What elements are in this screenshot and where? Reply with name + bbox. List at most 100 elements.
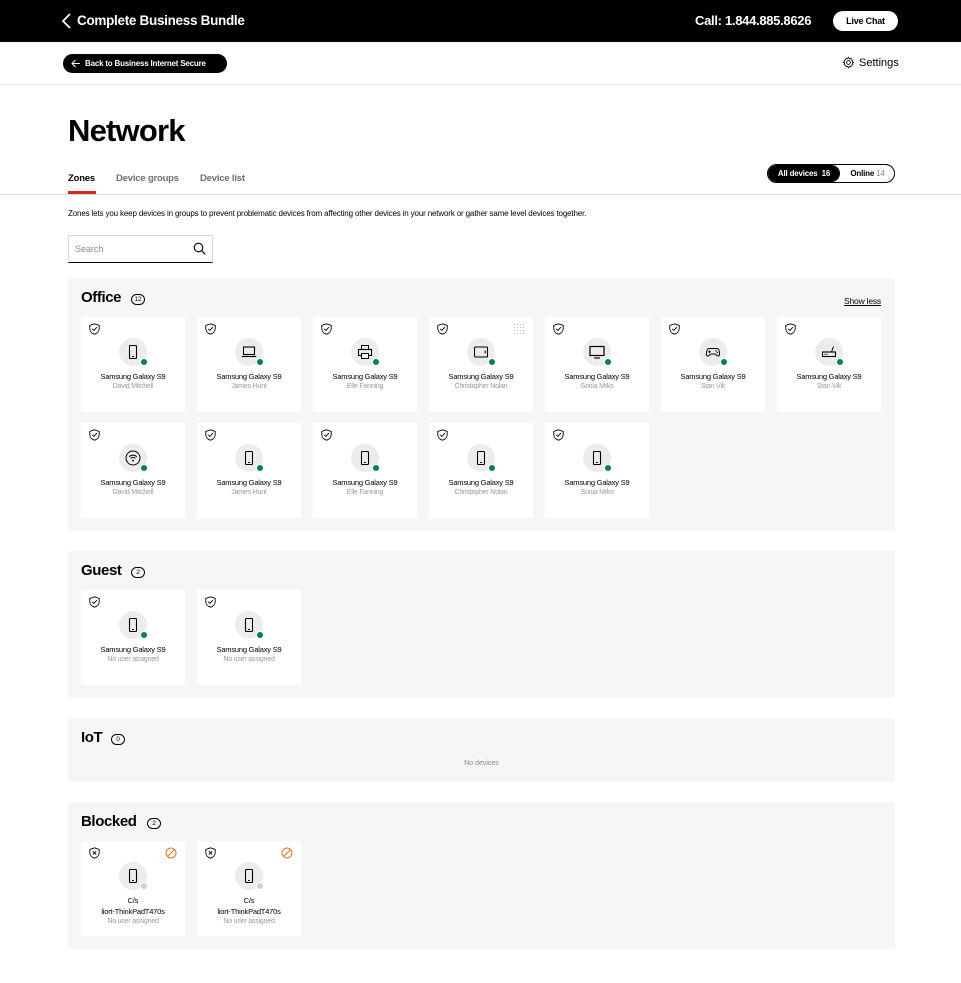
status-dot <box>256 358 264 366</box>
page-title: Network <box>68 113 186 148</box>
router-icon <box>821 346 837 358</box>
shield-check-icon[interactable] <box>205 323 216 335</box>
status-dot <box>488 464 496 472</box>
device-host: liort-ThinkPadT470s <box>101 907 165 916</box>
device-name: Samsung Galaxy S9 <box>564 478 630 487</box>
shield-check-icon[interactable] <box>553 323 564 335</box>
shield-check-icon[interactable] <box>89 323 100 335</box>
back-button-label: Back to Business Internet Secure <box>85 59 206 68</box>
blocked-icon[interactable] <box>281 847 293 859</box>
phone-icon <box>360 450 370 466</box>
gamepad-icon <box>705 348 721 357</box>
device-card[interactable]: Samsung Galaxy S9 David Mitchell <box>81 317 185 412</box>
zone-title: Blocked <box>81 813 137 830</box>
zone-count-badge: 0 <box>111 734 125 745</box>
device-name: Samsung Galaxy S9 <box>100 478 166 487</box>
device-card[interactable]: C/s liort-ThinkPadT470s No user assigned <box>197 841 301 936</box>
tab-device-list[interactable]: Device list <box>200 173 245 184</box>
drag-handle-icon[interactable] <box>513 323 525 335</box>
shield-check-icon[interactable] <box>321 429 332 441</box>
device-card[interactable]: Samsung Galaxy S9 Stan Vik <box>661 317 765 412</box>
device-card[interactable]: C/s liort-ThinkPadT470s No user assigned <box>81 841 185 936</box>
device-name: Samsung Galaxy S9 <box>216 645 282 654</box>
device-name: Samsung Galaxy S9 <box>100 372 166 381</box>
device-name: Samsung Galaxy S9 <box>448 372 514 381</box>
shield-check-icon[interactable] <box>553 429 564 441</box>
arrow-left-icon <box>71 59 80 68</box>
status-dot <box>604 464 612 472</box>
header-title: Complete Business Bundle <box>77 13 245 28</box>
top-header: Complete Business Bundle Call: 1.844.885… <box>0 0 961 42</box>
shield-check-icon[interactable] <box>89 596 100 608</box>
status-dot <box>488 358 496 366</box>
device-user: No user assigned <box>107 918 159 925</box>
device-card[interactable]: Samsung Galaxy S9 Elle Fanning <box>313 317 417 412</box>
wifi-icon <box>125 450 141 466</box>
filter-all-count: 16 <box>821 169 831 178</box>
device-card[interactable]: Samsung Galaxy S9 Christopher Nolan <box>429 423 533 518</box>
device-name: C/s <box>127 896 139 905</box>
device-card[interactable]: Samsung Galaxy S9 Elle Fanning <box>313 423 417 518</box>
shield-check-icon[interactable] <box>785 323 796 335</box>
zone-iot: IoT 0 No devices <box>68 718 895 782</box>
filter-online[interactable]: Online 14 <box>840 165 894 182</box>
status-dot <box>140 631 148 639</box>
shield-x-icon[interactable] <box>205 847 216 859</box>
shield-check-icon[interactable] <box>205 429 216 441</box>
device-card[interactable]: Samsung Galaxy S9 David Mitchell <box>81 423 185 518</box>
device-name: Samsung Galaxy S9 <box>332 372 398 381</box>
tab-device-groups[interactable]: Device groups <box>116 173 179 184</box>
filter-online-count: 14 <box>876 169 885 178</box>
shield-x-icon[interactable] <box>89 847 100 859</box>
zone-count-badge: 2 <box>147 818 161 829</box>
search-icon[interactable] <box>193 242 206 255</box>
shield-check-icon[interactable] <box>321 323 332 335</box>
laptop-icon <box>241 346 257 358</box>
shield-check-icon[interactable] <box>437 323 448 335</box>
device-card[interactable]: Samsung Galaxy S9 No user assigned <box>197 590 301 685</box>
status-dot <box>140 882 148 890</box>
device-name: Samsung Galaxy S9 <box>448 478 514 487</box>
device-card[interactable]: Samsung Galaxy S9 No user assigned <box>81 590 185 685</box>
live-chat-button[interactable]: Live Chat <box>833 11 898 31</box>
show-less-link[interactable]: Show less <box>844 296 881 306</box>
device-user: James Hunt <box>231 489 267 496</box>
device-user: No user assigned <box>107 656 159 663</box>
device-card[interactable]: Samsung Galaxy S9 James Hunt <box>197 423 301 518</box>
shield-check-icon[interactable] <box>205 596 216 608</box>
shield-check-icon[interactable] <box>89 429 100 441</box>
device-card[interactable]: Samsung Galaxy S9 Sonia Mrks <box>545 317 649 412</box>
device-user: No user assigned <box>223 918 275 925</box>
device-name: Samsung Galaxy S9 <box>564 372 630 381</box>
status-dot <box>256 882 264 890</box>
device-card[interactable]: Samsung Galaxy S9 Stan Vik <box>777 317 881 412</box>
device-user: Christopher Nolan <box>454 383 508 390</box>
zone-blocked: Blocked 2 C/s liort-ThinkPadT470s No user … <box>68 802 895 949</box>
device-card[interactable]: Samsung Galaxy S9 Sonia Mrks <box>545 423 649 518</box>
zone-title: Guest <box>81 562 122 579</box>
device-filter-toggle: All devices 16 Online 14 <box>767 164 895 183</box>
shield-check-icon[interactable] <box>437 429 448 441</box>
tab-zones[interactable]: Zones <box>68 173 95 184</box>
device-user: Christopher Nolan <box>454 489 508 496</box>
device-name: Samsung Galaxy S9 <box>100 645 166 654</box>
filter-all-devices[interactable]: All devices 16 <box>768 165 840 182</box>
chevron-left-icon[interactable] <box>60 12 74 30</box>
blocked-icon[interactable] <box>165 847 177 859</box>
device-user: David Mitchell <box>112 489 154 496</box>
device-user: Stan Vik <box>816 383 842 390</box>
device-host: liort-ThinkPadT470s <box>217 907 281 916</box>
settings-label: Settings <box>859 57 899 69</box>
device-card[interactable]: Samsung Galaxy S9 Christopher Nolan <box>429 317 533 412</box>
tv-icon <box>589 345 605 359</box>
shield-check-icon[interactable] <box>669 323 680 335</box>
back-button[interactable]: Back to Business Internet Secure <box>63 54 227 73</box>
device-card[interactable]: Samsung Galaxy S9 James Hunt <box>197 317 301 412</box>
search-input[interactable] <box>75 242 185 256</box>
phone-icon <box>244 868 254 884</box>
device-name: Samsung Galaxy S9 <box>216 478 282 487</box>
filter-online-label: Online <box>850 169 875 178</box>
device-user: Elle Fanning <box>346 489 384 496</box>
status-dot <box>836 358 844 366</box>
call-number[interactable]: Call: 1.844.885.8626 <box>695 13 811 28</box>
